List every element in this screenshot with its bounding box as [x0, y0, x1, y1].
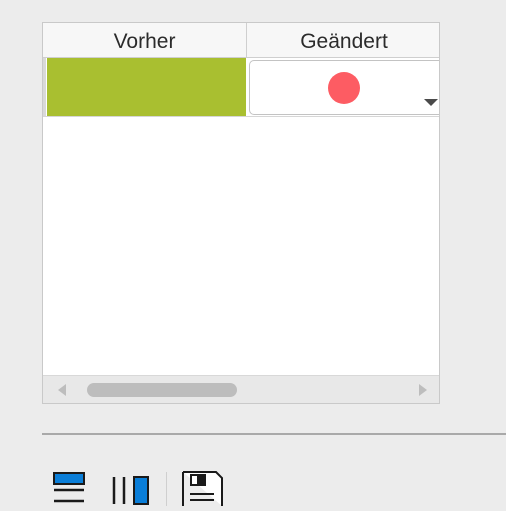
horizontal-scrollbar[interactable]	[43, 375, 439, 403]
column-header-changed[interactable]: Geändert	[247, 23, 439, 57]
column-header-before[interactable]: Vorher	[43, 23, 247, 57]
section-divider	[42, 433, 506, 435]
table-row[interactable]	[43, 58, 439, 117]
split-vertical-button[interactable]	[110, 468, 152, 506]
color-dot-icon	[328, 72, 360, 104]
save-icon	[182, 471, 223, 506]
split-horizontal-button[interactable]	[50, 468, 90, 506]
split-vertical-icon	[112, 476, 149, 505]
table-header: Vorher Geändert	[43, 23, 439, 58]
scroll-thumb[interactable]	[87, 383, 237, 397]
toolbar-divider	[166, 472, 167, 506]
scroll-right-arrow-icon[interactable]	[419, 384, 427, 396]
changed-color-dropdown[interactable]	[249, 60, 439, 115]
before-color-swatch[interactable]	[47, 58, 246, 117]
row-divider	[43, 116, 439, 117]
comparison-table: Vorher Geändert	[42, 22, 440, 404]
save-button[interactable]	[180, 468, 226, 506]
scroll-left-arrow-icon[interactable]	[58, 384, 66, 396]
split-horizontal-icon	[53, 472, 85, 503]
dropdown-arrow-icon[interactable]	[424, 99, 438, 106]
row-selection-edge	[43, 58, 46, 117]
